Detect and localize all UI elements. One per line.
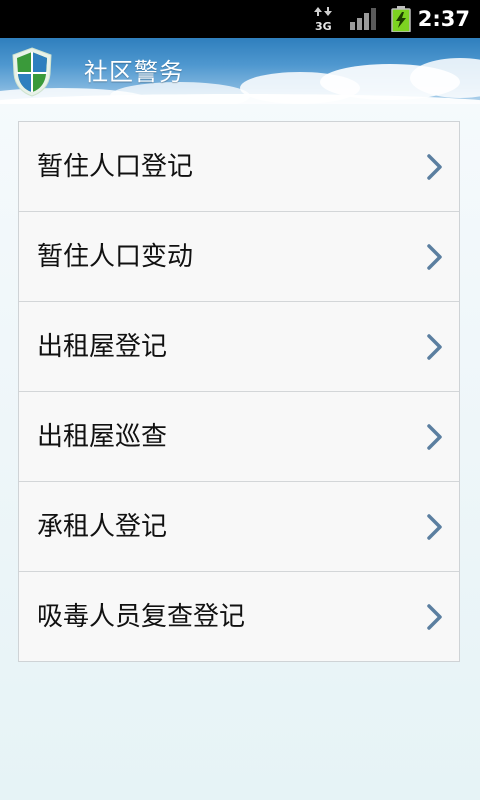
menu-item-label: 暂住人口变动 — [37, 242, 194, 272]
menu-list: 暂住人口登记 暂住人口变动 出租屋登记 出租屋巡查 承租人登记 吸毒人员复查登记 — [18, 121, 460, 662]
menu-item-label: 暂住人口登记 — [37, 152, 194, 182]
app-header: 社区警务 — [0, 38, 480, 104]
menu-item-tenant-registration[interactable]: 承租人登记 — [19, 482, 459, 572]
menu-item-label: 出租屋登记 — [37, 332, 168, 362]
chevron-right-icon — [427, 334, 442, 360]
chevron-right-icon — [427, 604, 442, 630]
shield-logo-icon[interactable] — [10, 46, 54, 98]
menu-item-drug-user-review-registration[interactable]: 吸毒人员复查登记 — [19, 572, 459, 661]
network-label: 3G — [315, 20, 332, 32]
signal-strength-icon — [350, 8, 376, 30]
page-title: 社区警务 — [84, 58, 184, 86]
menu-item-rental-house-inspection[interactable]: 出租屋巡查 — [19, 392, 459, 482]
cloud-decoration — [0, 58, 480, 104]
clock: 2:37 — [417, 7, 470, 31]
chevron-right-icon — [427, 244, 442, 270]
status-bar: 3G 2:37 — [0, 0, 480, 38]
data-3g-icon: 3G — [314, 7, 332, 32]
chevron-right-icon — [427, 424, 442, 450]
menu-item-label: 吸毒人员复查登记 — [37, 602, 246, 632]
chevron-right-icon — [427, 514, 442, 540]
chevron-right-icon — [427, 154, 442, 180]
menu-item-label: 出租屋巡查 — [37, 422, 168, 452]
menu-item-temporary-resident-change[interactable]: 暂住人口变动 — [19, 212, 459, 302]
menu-item-temporary-resident-registration[interactable]: 暂住人口登记 — [19, 122, 459, 212]
menu-item-label: 承租人登记 — [37, 512, 168, 542]
battery-charging-icon — [391, 6, 411, 32]
menu-item-rental-house-registration[interactable]: 出租屋登记 — [19, 302, 459, 392]
